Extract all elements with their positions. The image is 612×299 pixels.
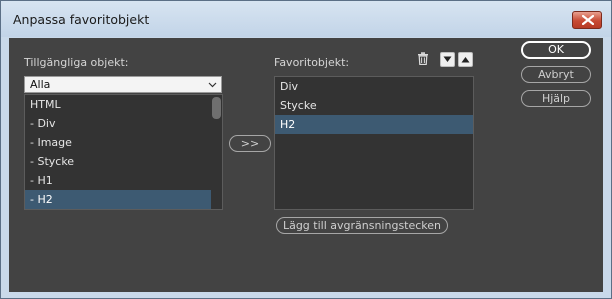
dialog-window: Anpassa favoritobjekt Tillgängliga objek… [0, 0, 612, 299]
scrollbar-thumb[interactable] [212, 97, 221, 119]
available-label: Tillgängliga objekt: [24, 56, 129, 69]
list-item[interactable]: HTML [25, 95, 211, 114]
move-up-button[interactable] [458, 52, 473, 67]
add-separator-button[interactable]: Lägg till avgränsningstecken [276, 217, 448, 234]
move-down-button[interactable] [440, 52, 455, 67]
list-item[interactable]: Stycke [275, 96, 473, 115]
ok-button[interactable]: OK [521, 41, 591, 59]
close-icon [582, 15, 594, 25]
close-button[interactable] [572, 11, 602, 29]
list-item[interactable]: - H1 [25, 171, 211, 190]
list-item[interactable]: - Div [25, 114, 211, 133]
title-bar: Anpassa favoritobjekt [1, 1, 611, 37]
list-item[interactable]: - H2 [25, 190, 211, 209]
window-title: Anpassa favoritobjekt [13, 12, 150, 27]
move-up-icon [461, 57, 470, 63]
filter-select[interactable]: Alla [24, 76, 222, 93]
list-item[interactable]: H2 [275, 115, 473, 134]
add-to-favorites-button[interactable]: >> [229, 135, 271, 152]
list-item[interactable]: - Image [25, 133, 211, 152]
list-item[interactable]: - Stycke [25, 152, 211, 171]
chevron-down-icon [208, 82, 217, 88]
trash-icon[interactable] [417, 52, 429, 65]
dialog-body: Tillgängliga objekt: Alla HTML - Div - I… [9, 38, 603, 292]
list-item[interactable]: Div [275, 77, 473, 96]
favorites-list[interactable]: Div Stycke H2 [274, 76, 474, 210]
cancel-button[interactable]: Avbryt [521, 66, 591, 83]
filter-value: Alla [30, 78, 51, 91]
favorites-label: Favoritobjekt: [274, 56, 350, 69]
available-list[interactable]: HTML - Div - Image - Stycke - H1 - H2 [24, 94, 223, 210]
move-down-icon [443, 56, 452, 62]
help-button[interactable]: Hjälp [521, 90, 591, 107]
